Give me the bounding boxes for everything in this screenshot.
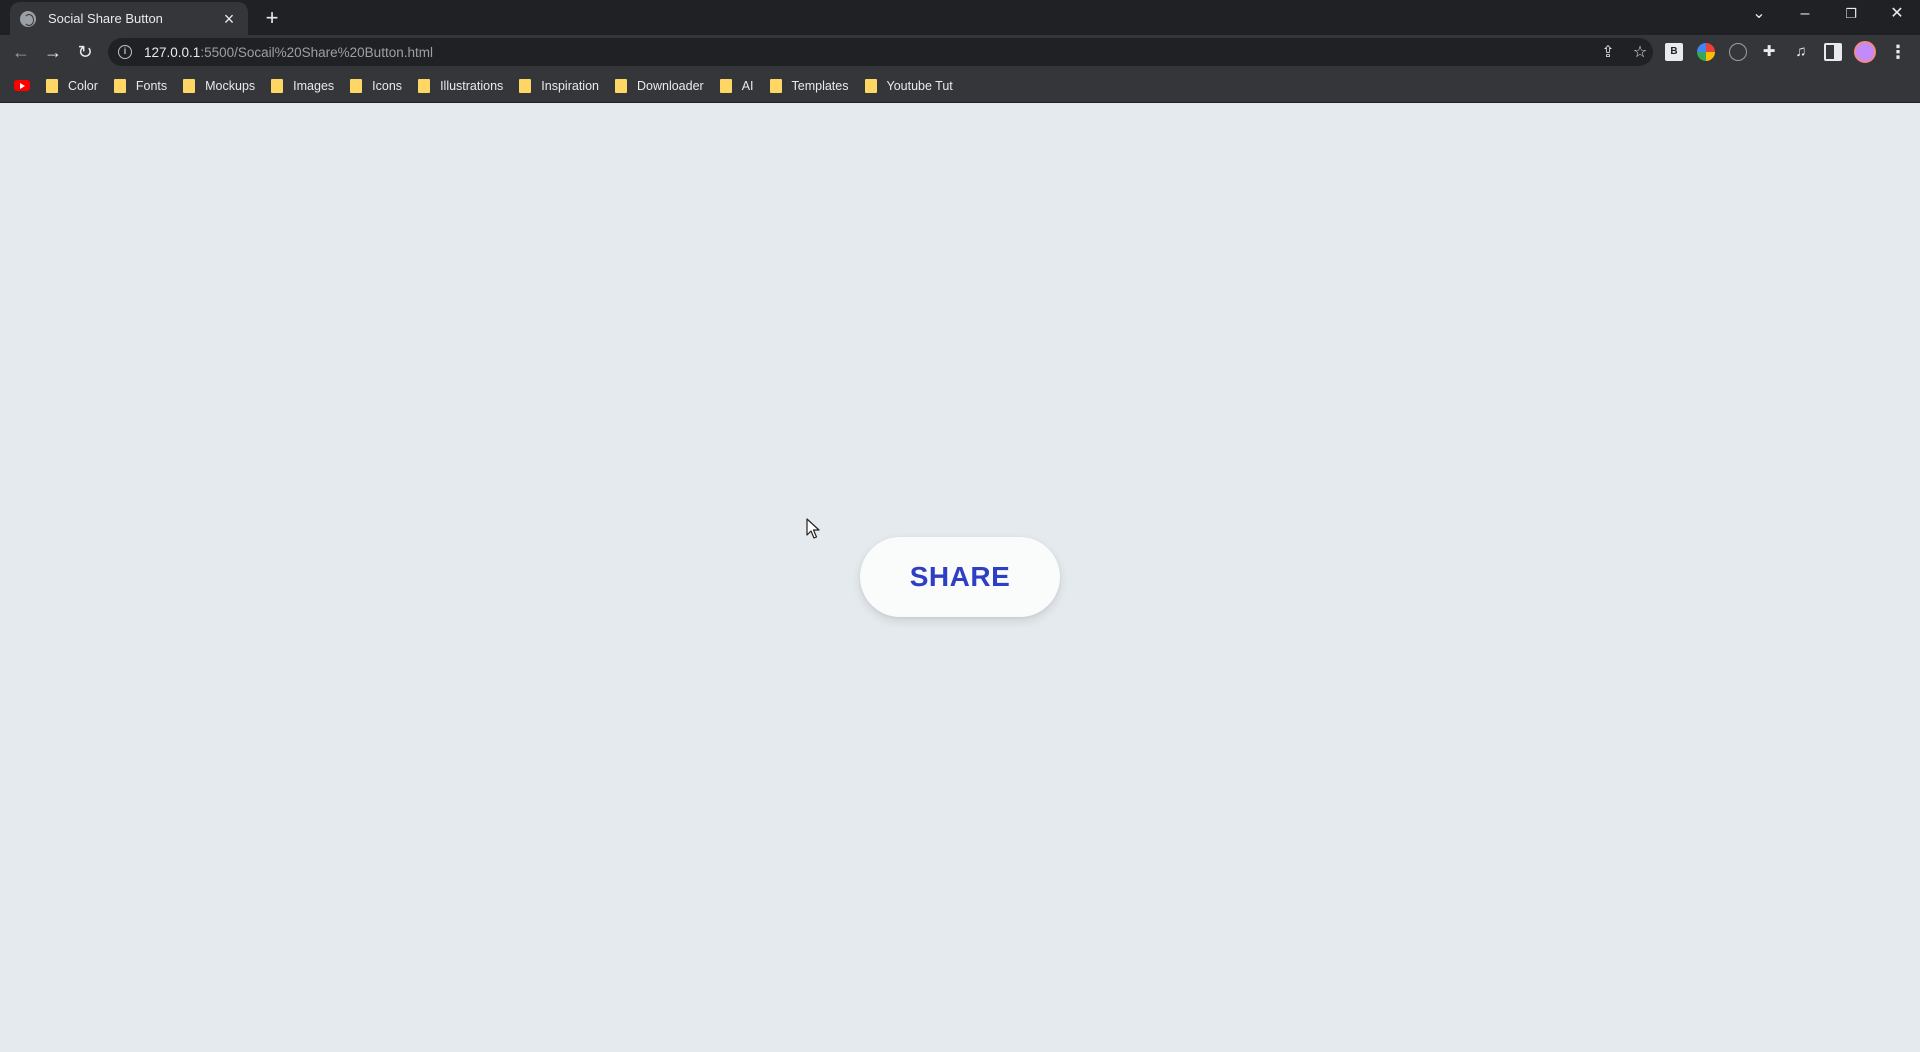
star-icon[interactable]: ☆	[1630, 42, 1650, 62]
bookmarks-bar: Color Fonts Mockups Images Icons Illustr…	[0, 69, 1920, 103]
bookmark-label: Youtube Tut	[886, 78, 953, 93]
bookmark-label: Downloader	[636, 78, 704, 93]
bookmark-label: Inspiration	[541, 78, 599, 93]
puzzle-icon[interactable]: ✚	[1760, 43, 1778, 61]
bookmark-icons[interactable]: Icons	[350, 78, 403, 93]
media-control-icon[interactable]: ♫	[1792, 43, 1810, 61]
reload-icon[interactable]: ↻	[72, 39, 98, 65]
folder-icon	[864, 78, 877, 93]
folder-icon	[418, 78, 431, 93]
bookmark-label: AI	[741, 78, 754, 93]
page-viewport: SHARE	[0, 103, 1920, 1052]
share-button[interactable]: SHARE	[860, 537, 1060, 617]
bookmark-downloader[interactable]: Downloader	[614, 78, 704, 93]
globe-icon	[20, 10, 36, 27]
back-arrow-icon[interactable]: ←	[8, 39, 34, 65]
bookmark-label: Fonts	[135, 78, 168, 93]
folder-icon	[719, 78, 732, 93]
bookmark-label: Mockups	[205, 78, 256, 93]
tab-title: Social Share Button	[48, 11, 163, 26]
tab-search-icon[interactable]: ⌄	[1736, 0, 1782, 30]
close-tab-icon[interactable]: ×	[220, 10, 238, 28]
profile-avatar[interactable]	[1854, 41, 1876, 63]
folder-icon	[271, 78, 284, 93]
folder-icon	[769, 78, 782, 93]
address-bar[interactable]: i 127.0.0.1:5500/Socail%20Share%20Button…	[108, 38, 1653, 66]
url-path: :5500/Socail%20Share%20Button.html	[200, 44, 433, 60]
bookmark-youtube-tut[interactable]: Youtube Tut	[864, 78, 953, 93]
youtube-icon[interactable]	[14, 80, 30, 91]
side-panel-icon[interactable]	[1824, 43, 1842, 61]
folder-icon	[113, 78, 126, 93]
bookmark-fonts[interactable]: Fonts	[113, 78, 168, 93]
url-host: 127.0.0.1	[144, 44, 201, 60]
folder-icon	[46, 78, 58, 93]
folder-icon	[183, 78, 196, 93]
bookmark-images[interactable]: Images	[271, 78, 335, 93]
bookmark-label: Color	[68, 78, 98, 93]
kebab-menu-icon[interactable]: ⋮	[1888, 40, 1908, 64]
forward-arrow-icon[interactable]: →	[40, 39, 66, 65]
color-picker-extension-icon[interactable]	[1697, 43, 1715, 61]
bookmark-label: Images	[293, 78, 335, 93]
bookmark-mockups[interactable]: Mockups	[183, 78, 256, 93]
bookmark-label: Illustrations	[440, 78, 504, 93]
bookmark-templates[interactable]: Templates	[769, 78, 849, 93]
bookmark-inspiration[interactable]: Inspiration	[519, 78, 599, 93]
bookmark-label: Templates	[791, 78, 849, 93]
bookmark-color[interactable]: Color	[46, 78, 98, 93]
new-tab-button[interactable]: +	[258, 4, 286, 32]
share-button-label: SHARE	[909, 561, 1011, 592]
bookmark-ai[interactable]: AI	[719, 78, 754, 93]
folder-icon	[614, 78, 627, 93]
mouse-cursor-icon	[806, 518, 820, 539]
bookmark-label: Icons	[372, 78, 403, 93]
browser-toolbar: ← → ↻ i 127.0.0.1:5500/Socail%20Share%20…	[0, 35, 1920, 69]
restore-button[interactable]: ❐	[1828, 0, 1874, 30]
share-page-icon[interactable]: ⇪	[1598, 42, 1618, 62]
compass-extension-icon[interactable]	[1729, 43, 1747, 61]
url-text[interactable]: 127.0.0.1:5500/Socail%20Share%20Button.h…	[144, 45, 433, 60]
site-info-icon[interactable]: i	[118, 45, 132, 59]
minimize-button[interactable]: –	[1782, 0, 1828, 30]
folder-icon	[519, 78, 532, 93]
folder-icon	[350, 78, 363, 93]
browser-title-bar: Social Share Button × + ⌄ – ❐ ✕	[0, 0, 1920, 35]
browser-tab-active[interactable]: Social Share Button ×	[10, 2, 248, 35]
extension-b-icon[interactable]: B	[1665, 43, 1683, 61]
bookmark-illustrations[interactable]: Illustrations	[418, 78, 504, 93]
close-window-button[interactable]: ✕	[1874, 0, 1920, 30]
